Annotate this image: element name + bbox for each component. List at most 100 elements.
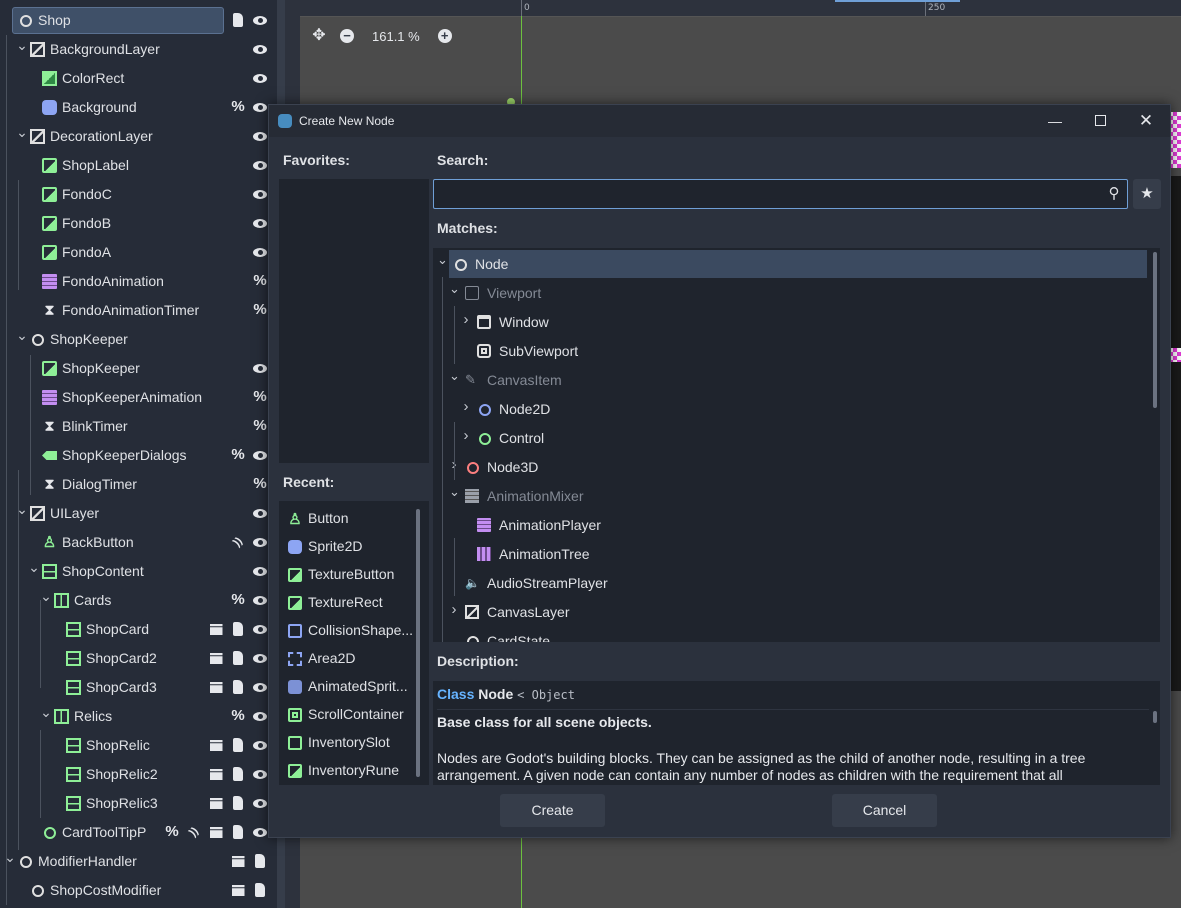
chevron-down-icon[interactable]: ⌄ bbox=[449, 484, 460, 500]
eye-icon[interactable] bbox=[252, 824, 268, 840]
script-icon[interactable] bbox=[230, 650, 246, 666]
match-row[interactable]: SubViewport bbox=[433, 336, 1148, 365]
percent-icon[interactable]: % bbox=[252, 302, 268, 318]
chevron-down-icon[interactable]: ⌄ bbox=[16, 328, 28, 342]
scene-tree-row[interactable]: FondoAnimation% bbox=[0, 267, 277, 296]
scene-tree-row[interactable]: FondoB bbox=[0, 209, 277, 238]
percent-icon[interactable]: % bbox=[164, 824, 180, 840]
eye-icon[interactable] bbox=[252, 737, 268, 753]
recent-item[interactable]: Area2D bbox=[285, 645, 425, 673]
eye-icon[interactable] bbox=[252, 12, 268, 28]
eye-icon[interactable] bbox=[252, 70, 268, 86]
recent-item[interactable]: CollisionShape... bbox=[285, 617, 425, 645]
scene-tree-row[interactable]: ⌄ Relics% bbox=[0, 702, 277, 731]
percent-icon[interactable]: % bbox=[252, 418, 268, 434]
script-icon[interactable] bbox=[230, 795, 246, 811]
scene-tree-row[interactable]: ShopKeeperDialogs% bbox=[0, 441, 277, 470]
script-icon[interactable] bbox=[230, 766, 246, 782]
chevron-right-icon[interactable]: › bbox=[461, 427, 471, 444]
signal-icon[interactable]: )) bbox=[183, 821, 206, 844]
percent-icon[interactable]: % bbox=[230, 99, 246, 115]
chevron-down-icon[interactable]: ⌄ bbox=[449, 368, 460, 384]
eye-icon[interactable] bbox=[252, 708, 268, 724]
center-view-icon[interactable]: ✥ bbox=[310, 27, 328, 45]
match-row[interactable]: AnimationTree bbox=[433, 539, 1148, 568]
scene-tree-row[interactable]: ⌄ ModifierHandler bbox=[0, 847, 277, 876]
scene-tree-row[interactable]: ⌄ DecorationLayer bbox=[0, 122, 277, 151]
match-row[interactable]: ⌄ ✎ CanvasItem bbox=[433, 365, 1148, 394]
search-input[interactable] bbox=[433, 179, 1128, 209]
scene-tree-row[interactable]: ShopKeeperAnimation% bbox=[0, 383, 277, 412]
percent-icon[interactable]: % bbox=[252, 273, 268, 289]
scene-tree-row[interactable]: ⌄ UILayer bbox=[0, 499, 277, 528]
eye-icon[interactable] bbox=[252, 679, 268, 695]
chevron-right-icon[interactable]: › bbox=[461, 398, 471, 415]
script-icon[interactable] bbox=[230, 737, 246, 753]
recent-item[interactable]: InventorySlot bbox=[285, 729, 425, 757]
match-row[interactable]: ⌄ Viewport bbox=[433, 278, 1148, 307]
clapper-icon[interactable] bbox=[208, 824, 224, 840]
scene-tree-row[interactable]: ShopRelic bbox=[0, 731, 277, 760]
scene-tree-row[interactable]: ShopLabel bbox=[0, 151, 277, 180]
recent-item[interactable]: ♙ Button bbox=[285, 505, 425, 533]
inherits-link[interactable]: < Object bbox=[517, 688, 575, 702]
eye-icon[interactable] bbox=[252, 244, 268, 260]
scene-tree-row[interactable]: FondoC bbox=[0, 180, 277, 209]
minimize-icon[interactable]: — bbox=[1045, 111, 1065, 131]
zoom-in-icon[interactable]: + bbox=[436, 27, 454, 45]
favorites-list[interactable] bbox=[279, 179, 429, 463]
match-row[interactable]: ›Node3D bbox=[433, 452, 1148, 481]
chevron-right-icon[interactable]: › bbox=[461, 311, 471, 328]
script-icon[interactable] bbox=[252, 882, 268, 898]
chevron-down-icon[interactable]: ⌄ bbox=[16, 125, 28, 139]
eye-icon[interactable] bbox=[252, 186, 268, 202]
script-icon[interactable] bbox=[230, 679, 246, 695]
scene-tree-row[interactable]: CardToolTipP%)) bbox=[0, 818, 277, 847]
percent-icon[interactable]: % bbox=[252, 476, 268, 492]
scene-tree-row[interactable]: ⌄ Cards% bbox=[0, 586, 277, 615]
match-row[interactable]: › Node2D bbox=[433, 394, 1148, 423]
recent-item[interactable]: InventoryRune bbox=[285, 757, 425, 785]
eye-icon[interactable] bbox=[252, 766, 268, 782]
match-row[interactable]: ⌄ Node bbox=[433, 249, 1148, 278]
percent-icon[interactable]: % bbox=[252, 389, 268, 405]
match-row[interactable]: AnimationPlayer bbox=[433, 510, 1148, 539]
scene-tree-row[interactable]: ShopKeeper bbox=[0, 354, 277, 383]
clapper-icon[interactable] bbox=[208, 766, 224, 782]
zoom-out-icon[interactable]: − bbox=[338, 27, 356, 45]
script-icon[interactable] bbox=[252, 853, 268, 869]
match-row[interactable]: ⌄ AnimationMixer bbox=[433, 481, 1148, 510]
match-row[interactable]: 🔈 AudioStreamPlayer bbox=[433, 568, 1148, 597]
matches-tree[interactable]: ⌄ Node ⌄ Viewport › Window SubViewport ⌄ ✎ Canvas… bbox=[433, 248, 1160, 642]
recent-item[interactable]: Sprite2D bbox=[285, 533, 425, 561]
eye-icon[interactable] bbox=[252, 447, 268, 463]
scene-tree-row[interactable]: ⧗ BlinkTimer% bbox=[0, 412, 277, 441]
dialog-titlebar[interactable]: Create New Node — ✕ bbox=[269, 105, 1170, 137]
chevron-down-icon[interactable]: ⌄ bbox=[40, 705, 52, 719]
eye-icon[interactable] bbox=[252, 41, 268, 57]
class-name-link[interactable]: Node bbox=[478, 686, 513, 702]
cancel-button[interactable]: Cancel bbox=[832, 794, 937, 827]
scene-tree-row[interactable]: ⌄ ShopContent bbox=[0, 557, 277, 586]
eye-icon[interactable] bbox=[252, 99, 268, 115]
recent-item[interactable]: TextureButton bbox=[285, 561, 425, 589]
match-row[interactable]: › Window bbox=[433, 307, 1148, 336]
eye-icon[interactable] bbox=[252, 563, 268, 579]
eye-icon[interactable] bbox=[252, 534, 268, 550]
description-scrollbar[interactable] bbox=[1153, 711, 1157, 723]
favorite-star-button[interactable]: ★ bbox=[1133, 179, 1161, 209]
scene-tree-row[interactable]: ShopRelic3 bbox=[0, 789, 277, 818]
scene-tree-row[interactable]: FondoA bbox=[0, 238, 277, 267]
clapper-icon[interactable] bbox=[230, 853, 246, 869]
recent-item[interactable]: TextureRect bbox=[285, 589, 425, 617]
zoom-level[interactable]: 161.1 % bbox=[372, 29, 420, 44]
scene-tree-row[interactable]: ShopCard2 bbox=[0, 644, 277, 673]
eye-icon[interactable] bbox=[252, 128, 268, 144]
clapper-icon[interactable] bbox=[208, 650, 224, 666]
scene-tree-row[interactable]: ⧗ FondoAnimationTimer% bbox=[0, 296, 277, 325]
scene-tree-panel[interactable]: Shop ⌄ BackgroundLayer ColorRect Background%… bbox=[0, 0, 277, 908]
clapper-icon[interactable] bbox=[208, 679, 224, 695]
scene-tree-row[interactable]: Shop bbox=[0, 6, 277, 35]
eye-icon[interactable] bbox=[252, 650, 268, 666]
scene-tree-row[interactable]: ⌄ BackgroundLayer bbox=[0, 35, 277, 64]
